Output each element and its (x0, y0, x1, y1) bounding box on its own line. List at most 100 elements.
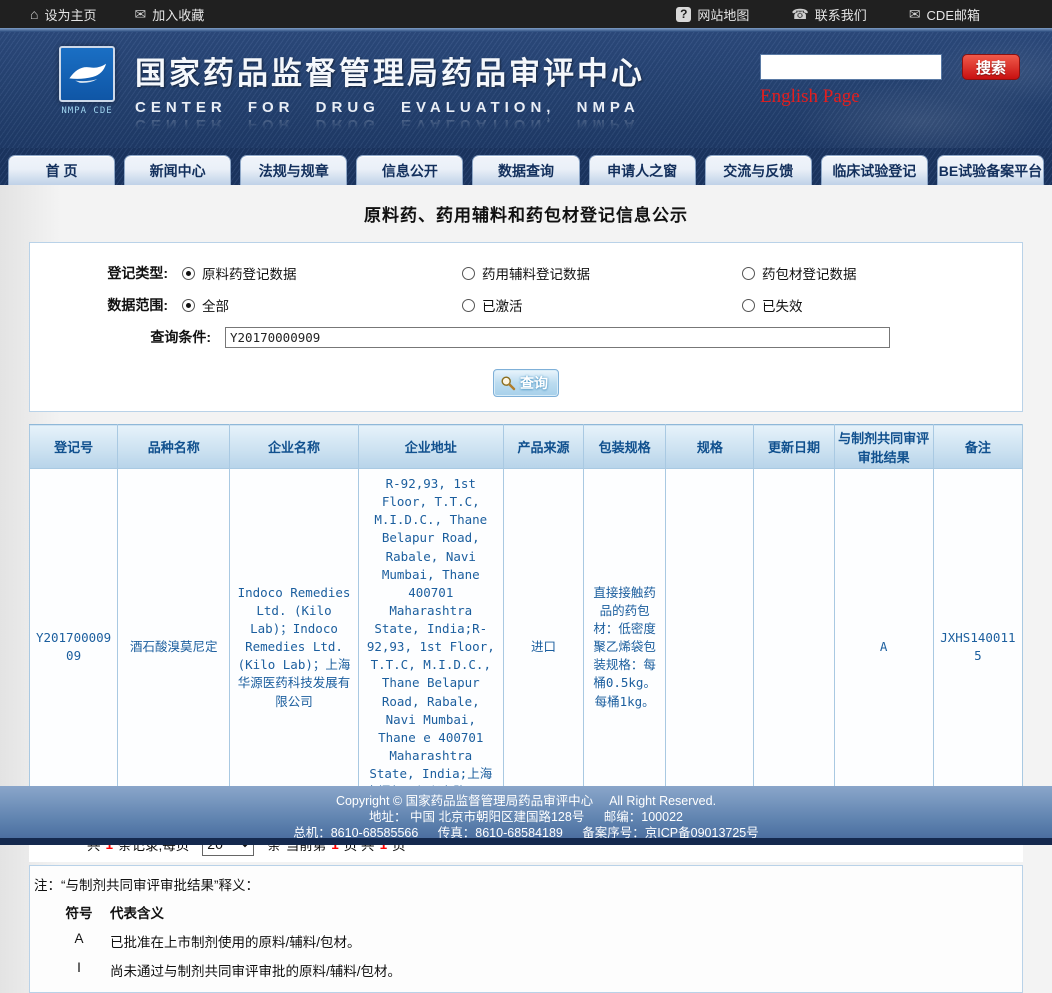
notes-title: 注：“与制剂共同审评审批结果”释义： (34, 874, 1010, 894)
col-remark: 备注 (933, 425, 1022, 469)
add-favorite-label: 加入收藏 (152, 5, 204, 24)
col-spec: 规格 (666, 425, 754, 469)
site-logo[interactable]: NMPA CDE (55, 46, 119, 116)
col-reg-no: 登记号 (30, 425, 118, 469)
sitemap-link[interactable]: ? 网站地图 (676, 5, 749, 24)
header-titles: 国家药品监督管理局药品审评中心 CENTER FOR DRUG EVALUATI… (135, 48, 645, 133)
main-content: 原料药、药用辅料和药包材登记信息公示 登记类型: 原料药登记数据 药用辅料登记数… (0, 185, 1052, 993)
radio-scope-activated[interactable]: 已激活 (462, 295, 742, 315)
add-favorite-link[interactable]: ✉ 加入收藏 (134, 5, 204, 24)
query-submit-button[interactable]: 查询 (493, 369, 559, 397)
cell-remark: JXHS1400115 (933, 469, 1022, 826)
tab-clinical-trial-registration[interactable]: 临床试验登记 (821, 155, 928, 185)
col-product-source: 产品来源 (503, 425, 583, 469)
radio-icon (462, 299, 475, 312)
scope-row: 数据范围: 全部 已激活 已失效 (30, 289, 1022, 321)
table-row: Y20170000909 酒石酸溴莫尼定 Indoco Remedies Ltd… (30, 469, 1023, 826)
col-update-date: 更新日期 (754, 425, 834, 469)
cell-company-name: Indoco Remedies Ltd. (Kilo Lab)；Indoco R… (230, 469, 358, 826)
radio-icon (742, 267, 755, 280)
home-icon: ⌂ (30, 6, 38, 22)
help-icon: ? (676, 7, 691, 22)
radio-packaging-data[interactable]: 药包材登记数据 (742, 263, 1022, 283)
footer-copyright: Copyright © 国家药品监督管理局药品审评中心 All Right Re… (0, 793, 1052, 809)
favorite-mail-icon: ✉ (134, 6, 146, 23)
radio-icon (742, 299, 755, 312)
cell-company-address: R-92,93, 1st Floor, T.T.C, M.I.D.C., Tha… (358, 469, 503, 826)
cde-mail-label: CDE邮箱 (927, 5, 980, 24)
sitemap-label: 网站地图 (697, 5, 749, 24)
cell-package-spec: 直接接触药品的药包材：低密度聚乙烯袋包装规格：每桶0.5kg。每桶1kg。 (584, 469, 666, 826)
scope-option-label: 已激活 (482, 295, 523, 315)
site-title: 国家药品监督管理局药品审评中心 (135, 48, 645, 93)
query-condition-row: 查询条件: (30, 321, 1022, 353)
reg-type-option-label: 药用辅料登记数据 (482, 263, 590, 283)
contact-label: 联系我们 (815, 5, 867, 24)
magnifier-icon (500, 375, 516, 391)
logo-caption: NMPA CDE (55, 106, 119, 116)
tab-data-query[interactable]: 数据查询 (472, 155, 579, 185)
reg-type-option-label: 原料药登记数据 (202, 263, 297, 283)
cell-product-name: 酒石酸溴莫尼定 (118, 469, 230, 826)
tab-exchange-feedback[interactable]: 交流与反馈 (705, 155, 812, 185)
tab-info-disclosure[interactable]: 信息公开 (356, 155, 463, 185)
site-search-input[interactable] (760, 54, 942, 80)
results-table: 登记号 品种名称 企业名称 企业地址 产品来源 包装规格 规格 更新日期 与制剂… (29, 424, 1023, 826)
col-company-address: 企业地址 (358, 425, 503, 469)
tab-be-trial-platform[interactable]: BE试验备案平台 (937, 155, 1044, 185)
radio-checked-icon (182, 299, 195, 312)
col-package-spec: 包装规格 (584, 425, 666, 469)
cell-review-result: A (834, 469, 933, 826)
phone-icon: ☎ (791, 6, 808, 23)
note-meaning-i: 尚未通过与制剂共同审评审批的原料/辅料/包材。 (110, 960, 1010, 980)
mail-icon: ✉ (909, 6, 921, 23)
header-search-area: 搜索 English Page (760, 54, 1020, 108)
col-review-result: 与制剂共同审评审批结果 (834, 425, 933, 469)
footer-address: 地址： 中国 北京市朝阳区建国路128号 邮编：100022 (0, 809, 1052, 825)
reg-type-row: 登记类型: 原料药登记数据 药用辅料登记数据 药包材登记数据 (30, 257, 1022, 289)
scope-label: 数据范围: (30, 295, 182, 315)
cell-product-source: 进口 (503, 469, 583, 826)
reg-type-option-label: 药包材登记数据 (762, 263, 857, 283)
col-company-name: 企业名称 (230, 425, 358, 469)
query-button-label: 查询 (520, 373, 548, 393)
topbar-right: ? 网站地图 ☎ 联系我们 ✉ CDE邮箱 (676, 5, 1052, 24)
contact-link[interactable]: ☎ 联系我们 (791, 5, 866, 24)
query-condition-input[interactable] (225, 327, 890, 348)
radio-scope-invalid[interactable]: 已失效 (742, 295, 1022, 315)
notes-box: 注：“与制剂共同审评审批结果”释义： 符号 代表含义 A 已批准在上市制剂使用的… (29, 865, 1023, 993)
site-subtitle-reflection: CENTER FOR DRUG EVALUATION, NMPA (135, 116, 645, 133)
tab-applicant-window[interactable]: 申请人之窗 (589, 155, 696, 185)
radio-checked-icon (182, 267, 195, 280)
scope-option-label: 全部 (202, 295, 229, 315)
english-page-link[interactable]: English Page (760, 86, 860, 108)
site-header: NMPA CDE 国家药品监督管理局药品审评中心 CENTER FOR DRUG… (0, 32, 1052, 148)
notes-col-symbol: 符号 (48, 902, 110, 922)
tab-home[interactable]: 首 页 (8, 155, 115, 185)
cde-mail-link[interactable]: ✉ CDE邮箱 (909, 5, 980, 24)
radio-raw-material-data[interactable]: 原料药登记数据 (182, 263, 462, 283)
cde-logo-icon (59, 46, 115, 102)
note-meaning-a: 已批准在上市制剂使用的原料/辅料/包材。 (110, 931, 1010, 951)
main-nav: 首 页 新闻中心 法规与规章 信息公开 数据查询 申请人之窗 交流与反馈 临床试… (0, 148, 1052, 185)
col-product-name: 品种名称 (118, 425, 230, 469)
site-search-button[interactable]: 搜索 (962, 54, 1020, 80)
tab-news-center[interactable]: 新闻中心 (124, 155, 231, 185)
radio-scope-all[interactable]: 全部 (182, 295, 462, 315)
cell-spec (666, 469, 754, 826)
set-home-link[interactable]: ⌂ 设为主页 (30, 5, 96, 24)
query-form: 登记类型: 原料药登记数据 药用辅料登记数据 药包材登记数据 数据范围: (29, 242, 1023, 412)
note-symbol-i: I (48, 960, 110, 980)
scope-option-label: 已失效 (762, 295, 803, 315)
reg-type-label: 登记类型: (30, 263, 182, 283)
cell-update-date (754, 469, 834, 826)
topbar-left: ⌂ 设为主页 ✉ 加入收藏 (0, 5, 204, 24)
radio-icon (462, 267, 475, 280)
notes-col-meaning: 代表含义 (110, 902, 1010, 922)
set-home-label: 设为主页 (44, 5, 96, 24)
cell-reg-no: Y20170000909 (30, 469, 118, 826)
table-header-row: 登记号 品种名称 企业名称 企业地址 产品来源 包装规格 规格 更新日期 与制剂… (30, 425, 1023, 469)
tab-laws-regulations[interactable]: 法规与规章 (240, 155, 347, 185)
footer-bottom-strip (0, 838, 1052, 845)
radio-excipient-data[interactable]: 药用辅料登记数据 (462, 263, 742, 283)
